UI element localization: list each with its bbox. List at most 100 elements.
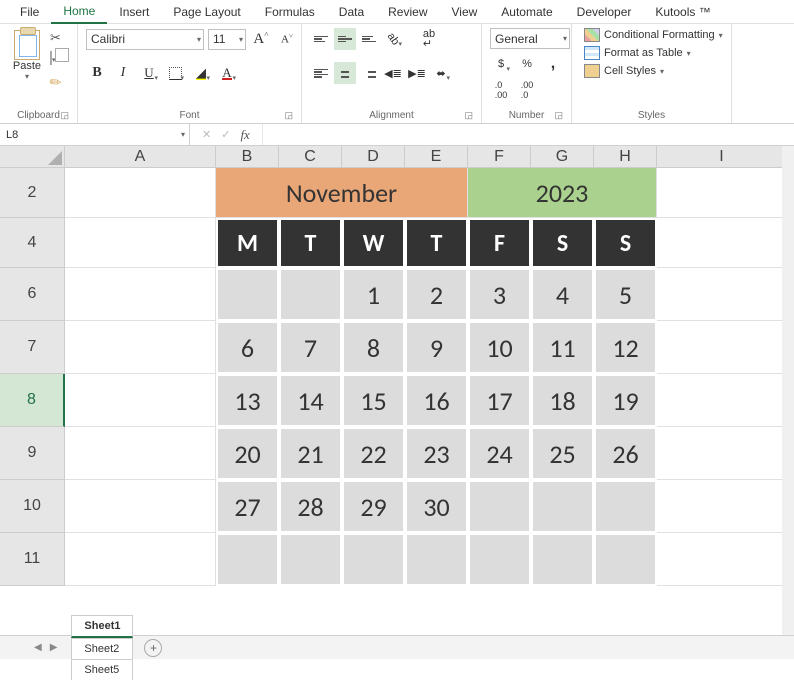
- menu-file[interactable]: File: [8, 1, 51, 23]
- cell[interactable]: [657, 268, 787, 321]
- row-header[interactable]: 10: [0, 480, 65, 533]
- italic-button[interactable]: I: [112, 62, 134, 84]
- calendar-cell[interactable]: 16: [405, 374, 468, 427]
- increase-indent-button[interactable]: ▶≣: [406, 62, 428, 84]
- conditional-formatting-button[interactable]: Conditional Formatting ▾: [584, 28, 723, 42]
- day-header[interactable]: S: [594, 218, 657, 268]
- decrease-indent-button[interactable]: ◀≣: [382, 62, 404, 84]
- calendar-cell[interactable]: 8: [342, 321, 405, 374]
- calendar-cell[interactable]: [594, 480, 657, 533]
- calendar-cell[interactable]: [405, 533, 468, 586]
- day-header[interactable]: M: [216, 218, 279, 268]
- col-header-B[interactable]: B: [216, 146, 279, 168]
- row-header[interactable]: 7: [0, 321, 65, 374]
- tab-prev-icon[interactable]: ◀: [34, 642, 42, 653]
- calendar-cell[interactable]: 22: [342, 427, 405, 480]
- menu-insert[interactable]: Insert: [107, 1, 161, 23]
- cell[interactable]: [65, 533, 216, 586]
- increase-decimal-button[interactable]: .0.00: [490, 79, 512, 101]
- calendar-cell[interactable]: [468, 480, 531, 533]
- calendar-cell[interactable]: [468, 533, 531, 586]
- cell[interactable]: [65, 218, 216, 268]
- cell[interactable]: [65, 374, 216, 427]
- comma-button[interactable]: ,: [542, 53, 564, 75]
- menu-automate[interactable]: Automate: [489, 1, 564, 23]
- row-header[interactable]: 9: [0, 427, 65, 480]
- calendar-cell[interactable]: 17: [468, 374, 531, 427]
- calendar-cell[interactable]: 18: [531, 374, 594, 427]
- col-header-D[interactable]: D: [342, 146, 405, 168]
- add-sheet-button[interactable]: +: [144, 639, 162, 657]
- calendar-cell[interactable]: 4: [531, 268, 594, 321]
- calendar-cell[interactable]: [279, 268, 342, 321]
- dialog-launcher-icon[interactable]: ◲: [464, 110, 473, 121]
- calendar-cell[interactable]: [216, 268, 279, 321]
- menu-kutools[interactable]: Kutools ™: [643, 1, 722, 23]
- day-header[interactable]: F: [468, 218, 531, 268]
- calendar-cell[interactable]: 10: [468, 321, 531, 374]
- sheet-tab[interactable]: Sheet2: [71, 638, 133, 659]
- wrap-text-button[interactable]: ab↵: [418, 28, 440, 50]
- font-color-button[interactable]: A▾: [216, 62, 238, 84]
- col-header-H[interactable]: H: [594, 146, 657, 168]
- menu-pagelayout[interactable]: Page Layout: [161, 1, 252, 23]
- calendar-cell[interactable]: 28: [279, 480, 342, 533]
- format-painter-button[interactable]: ✎: [50, 74, 68, 90]
- calendar-cell[interactable]: [531, 480, 594, 533]
- cell[interactable]: [657, 480, 787, 533]
- fx-icon[interactable]: fx: [240, 127, 249, 143]
- calendar-cell[interactable]: 14: [279, 374, 342, 427]
- day-header[interactable]: S: [531, 218, 594, 268]
- currency-button[interactable]: $▾: [490, 53, 512, 75]
- merge-button[interactable]: ⬌▾: [430, 62, 452, 84]
- calendar-cell[interactable]: 23: [405, 427, 468, 480]
- dialog-launcher-icon[interactable]: ◲: [554, 110, 563, 121]
- format-as-table-button[interactable]: Format as Table ▾: [584, 46, 691, 60]
- cut-icon[interactable]: ✂: [50, 30, 68, 46]
- cell-styles-button[interactable]: Cell Styles ▾: [584, 64, 664, 78]
- calendar-cell[interactable]: 12: [594, 321, 657, 374]
- cell[interactable]: [657, 218, 787, 268]
- calendar-cell[interactable]: 3: [468, 268, 531, 321]
- calendar-cell[interactable]: 29: [342, 480, 405, 533]
- cell[interactable]: [65, 321, 216, 374]
- col-header-C[interactable]: C: [279, 146, 342, 168]
- percent-button[interactable]: %: [516, 53, 538, 75]
- cell[interactable]: [65, 480, 216, 533]
- calendar-cell[interactable]: 11: [531, 321, 594, 374]
- calendar-cell[interactable]: 5: [594, 268, 657, 321]
- row-header[interactable]: 11: [0, 533, 65, 586]
- grow-font-button[interactable]: A˄: [250, 28, 272, 50]
- calendar-cell[interactable]: 27: [216, 480, 279, 533]
- menu-review[interactable]: Review: [376, 1, 439, 23]
- copy-button[interactable]: ▾: [50, 52, 68, 68]
- calendar-cell[interactable]: [342, 533, 405, 586]
- cell[interactable]: [65, 268, 216, 321]
- menu-home[interactable]: Home: [51, 0, 107, 24]
- calendar-cell[interactable]: 24: [468, 427, 531, 480]
- align-left-button[interactable]: [310, 62, 332, 84]
- month-header-cell[interactable]: November: [216, 168, 468, 218]
- col-header-E[interactable]: E: [405, 146, 468, 168]
- row-header[interactable]: 6: [0, 268, 65, 321]
- cell[interactable]: [65, 427, 216, 480]
- cell[interactable]: [657, 168, 787, 218]
- calendar-cell[interactable]: 25: [531, 427, 594, 480]
- cell[interactable]: [657, 374, 787, 427]
- calendar-cell[interactable]: 13: [216, 374, 279, 427]
- align-center-button[interactable]: [334, 62, 356, 84]
- calendar-cell[interactable]: 15: [342, 374, 405, 427]
- day-header[interactable]: W: [342, 218, 405, 268]
- name-box[interactable]: L8▾: [0, 124, 190, 145]
- calendar-cell[interactable]: 1: [342, 268, 405, 321]
- decrease-decimal-button[interactable]: .00.0: [516, 79, 538, 101]
- paste-button[interactable]: Paste ▾: [8, 28, 46, 81]
- select-all-corner[interactable]: [0, 146, 65, 168]
- calendar-cell[interactable]: 9: [405, 321, 468, 374]
- font-name-combo[interactable]: Calibri▾: [86, 29, 204, 50]
- cell[interactable]: [657, 427, 787, 480]
- align-bottom-button[interactable]: [358, 28, 380, 50]
- sheet-tab[interactable]: Sheet5: [71, 659, 133, 680]
- calendar-cell[interactable]: 19: [594, 374, 657, 427]
- calendar-cell[interactable]: [531, 533, 594, 586]
